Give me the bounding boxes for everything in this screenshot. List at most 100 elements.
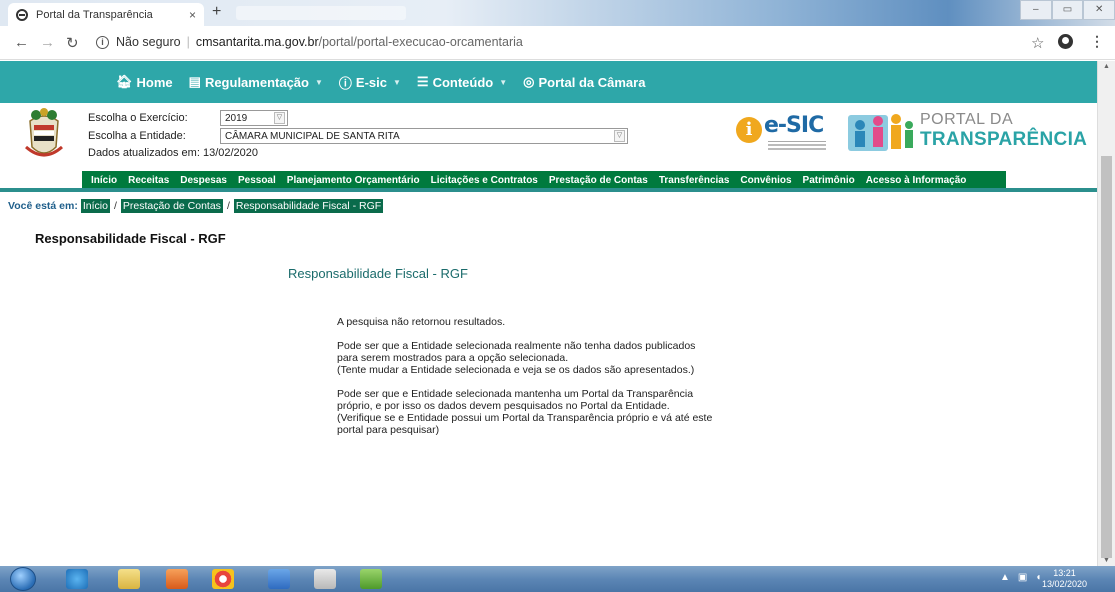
- main-menu: Início Receitas Despesas Pessoal Planeja…: [82, 171, 1006, 189]
- caret-down-icon: ▼: [314, 77, 323, 87]
- portal-line1: PORTAL DA: [920, 111, 1014, 128]
- scroll-down-icon[interactable]: ▼: [1103, 557, 1110, 564]
- nav-regulamentacao-label: Regulamentação: [204, 74, 309, 90]
- forward-arrow-icon[interactable]: →: [40, 34, 55, 51]
- dropdown-arrow-icon: ▽: [614, 130, 625, 142]
- site-header: Escolha o Exercício: 2019 ▽ Escolha a En…: [0, 103, 1097, 167]
- ie-icon[interactable]: [66, 569, 88, 589]
- hint-2-line: próprio, e por isso os dados devem pesqu…: [337, 400, 670, 412]
- nav-conteudo-label: Conteúdo: [432, 74, 494, 90]
- nav-portal-camara[interactable]: ◎ Portal da Câmara: [523, 74, 645, 90]
- nav-esic[interactable]: ⓘ E-sic ▼: [339, 73, 401, 92]
- esic-info-icon: i: [736, 117, 762, 143]
- bookmark-star-icon[interactable]: ☆: [1031, 34, 1044, 52]
- entidade-label: Escolha a Entidade:: [88, 130, 186, 142]
- url-field[interactable]: i Não seguro | cmsantarita.ma.gov.br/por…: [96, 35, 523, 49]
- portal-line2: TRANSPARÊNCIA: [920, 129, 1088, 150]
- url-path: /portal/portal-execucao-orcamentaria: [318, 35, 523, 49]
- menu-licitacoes[interactable]: Licitações e Contratos: [431, 175, 538, 186]
- hint-1-line: Pode ser que a Entidade selecionada real…: [337, 340, 696, 352]
- menu-kebab-icon[interactable]: ⋮: [1090, 33, 1104, 50]
- tray-arrow-icon[interactable]: ▲: [1000, 572, 1010, 583]
- nav-regulamentacao[interactable]: ▤ Regulamentação ▼: [189, 74, 323, 90]
- hint-paragraph-2: Pode ser que e Entidade selecionada mant…: [337, 388, 737, 436]
- breadcrumb-current[interactable]: Responsabilidade Fiscal - RGF: [233, 199, 384, 213]
- hint-paragraph-1: Pode ser que a Entidade selecionada real…: [337, 340, 737, 376]
- folder-icon[interactable]: [118, 569, 140, 589]
- minimize-button[interactable]: –: [1020, 0, 1052, 20]
- portal-transparencia-logo[interactable]: PORTAL DA TRANSPARÊNCIA: [846, 109, 1087, 159]
- scroll-up-icon[interactable]: ▲: [1103, 63, 1110, 70]
- info-circle-icon: ⓘ: [338, 75, 352, 91]
- clock[interactable]: 13:21 13/02/2020: [1042, 568, 1087, 590]
- nav-esic-label: E-sic: [355, 74, 387, 90]
- vertical-scrollbar[interactable]: ▲ ▼: [1097, 61, 1115, 566]
- globe-icon: ◎: [523, 74, 535, 89]
- nav-portal-camara-label: Portal da Câmara: [538, 74, 646, 90]
- breadcrumb-prestacao[interactable]: Prestação de Contas: [120, 199, 223, 213]
- snipping-tool-icon[interactable]: [314, 569, 336, 589]
- window-close-button[interactable]: ✕: [1083, 0, 1115, 20]
- window-controls: – ▭ ✕: [1020, 0, 1115, 20]
- exercicio-value: 2019: [225, 112, 248, 124]
- coat-of-arms-logo: [25, 108, 63, 157]
- exercicio-label: Escolha o Exercício:: [88, 112, 188, 124]
- maximize-button[interactable]: ▭: [1051, 0, 1084, 20]
- esic-subtitle-lines: [768, 141, 826, 151]
- reload-icon[interactable]: ↻: [66, 34, 79, 52]
- breadcrumb-separator: /: [113, 200, 117, 212]
- close-tab-icon[interactable]: ×: [189, 8, 196, 22]
- home-icon: 🏠︎: [116, 74, 133, 89]
- browser-tab[interactable]: Portal da Transparência ×: [8, 3, 204, 26]
- back-arrow-icon[interactable]: ←: [14, 34, 29, 51]
- taskbar: ▲ ▣ ◖ 13:21 13/02/2020: [0, 566, 1115, 592]
- esic-text: e-SIC: [764, 113, 824, 138]
- caret-down-icon: ▼: [393, 77, 401, 87]
- hint-2-line: (Verifique se e Entidade possui um Porta…: [337, 412, 713, 424]
- hint-2-line: Pode ser que e Entidade selecionada mant…: [337, 388, 694, 400]
- bars-icon: ☰: [416, 74, 429, 89]
- security-label: Não seguro: [116, 35, 181, 49]
- entidade-select[interactable]: CÂMARA MUNICIPAL DE SANTA RITA ▽: [220, 128, 628, 144]
- dropdown-arrow-icon: ▽: [274, 112, 285, 124]
- volume-icon[interactable]: ◖: [1035, 572, 1041, 583]
- top-navigation: 🏠︎ Home ▤ Regulamentação ▼ ⓘ E-sic ▼ ☰ Conteúd…: [0, 61, 1097, 103]
- breadcrumb: Você está em: Início / Prestação de Cont…: [8, 199, 384, 213]
- globe-icon: [16, 8, 28, 21]
- breadcrumb-prefix: Você está em:: [8, 200, 78, 212]
- word-icon[interactable]: [268, 569, 290, 589]
- exercicio-select[interactable]: 2019 ▽: [220, 110, 288, 126]
- section-title: Responsabilidade Fiscal - RGF: [288, 266, 468, 281]
- start-button[interactable]: [10, 567, 36, 591]
- filters-panel: Escolha o Exercício: 2019 ▽ Escolha a En…: [88, 109, 628, 159]
- menu-patrimonio[interactable]: Patrimônio: [803, 175, 855, 186]
- background-tab[interactable]: [236, 6, 406, 20]
- account-icon[interactable]: [1058, 34, 1073, 49]
- menu-pessoal[interactable]: Pessoal: [238, 175, 276, 186]
- scrollbar-thumb[interactable]: [1101, 156, 1112, 558]
- page-title: Responsabilidade Fiscal - RGF: [35, 231, 226, 246]
- new-tab-button[interactable]: +: [212, 3, 221, 21]
- caret-down-icon: ▼: [499, 77, 508, 87]
- network-icon[interactable]: ▣: [1018, 572, 1027, 583]
- chrome-icon[interactable]: [212, 569, 234, 589]
- menu-despesas[interactable]: Despesas: [180, 175, 227, 186]
- menu-prestacao[interactable]: Prestação de Contas: [549, 175, 648, 186]
- menu-transferencias[interactable]: Transferências: [659, 175, 730, 186]
- app-icon[interactable]: [360, 569, 382, 589]
- web-page: 🏠︎ Home ▤ Regulamentação ▼ ⓘ E-sic ▼ ☰ Conteúd…: [0, 61, 1097, 566]
- menu-planejamento[interactable]: Planejamento Orçamentário: [287, 175, 420, 186]
- no-results-text: A pesquisa não retornou resultados.: [337, 316, 506, 328]
- nav-conteudo[interactable]: ☰ Conteúdo ▼: [417, 74, 507, 90]
- updated-date: Dados atualizados em: 13/02/2020: [88, 147, 259, 159]
- menu-convenios[interactable]: Convênios: [740, 175, 791, 186]
- info-icon[interactable]: i: [96, 35, 109, 49]
- menu-receitas[interactable]: Receitas: [128, 175, 169, 186]
- menu-inicio[interactable]: Início: [91, 175, 117, 186]
- system-tray: ▲ ▣ ◖: [1000, 572, 1041, 583]
- media-player-icon[interactable]: [166, 569, 188, 589]
- esic-logo[interactable]: i e-SIC: [736, 113, 836, 153]
- breadcrumb-inicio[interactable]: Início: [80, 199, 110, 213]
- menu-acesso[interactable]: Acesso à Informação: [866, 175, 967, 186]
- nav-home[interactable]: 🏠︎ Home: [116, 74, 173, 90]
